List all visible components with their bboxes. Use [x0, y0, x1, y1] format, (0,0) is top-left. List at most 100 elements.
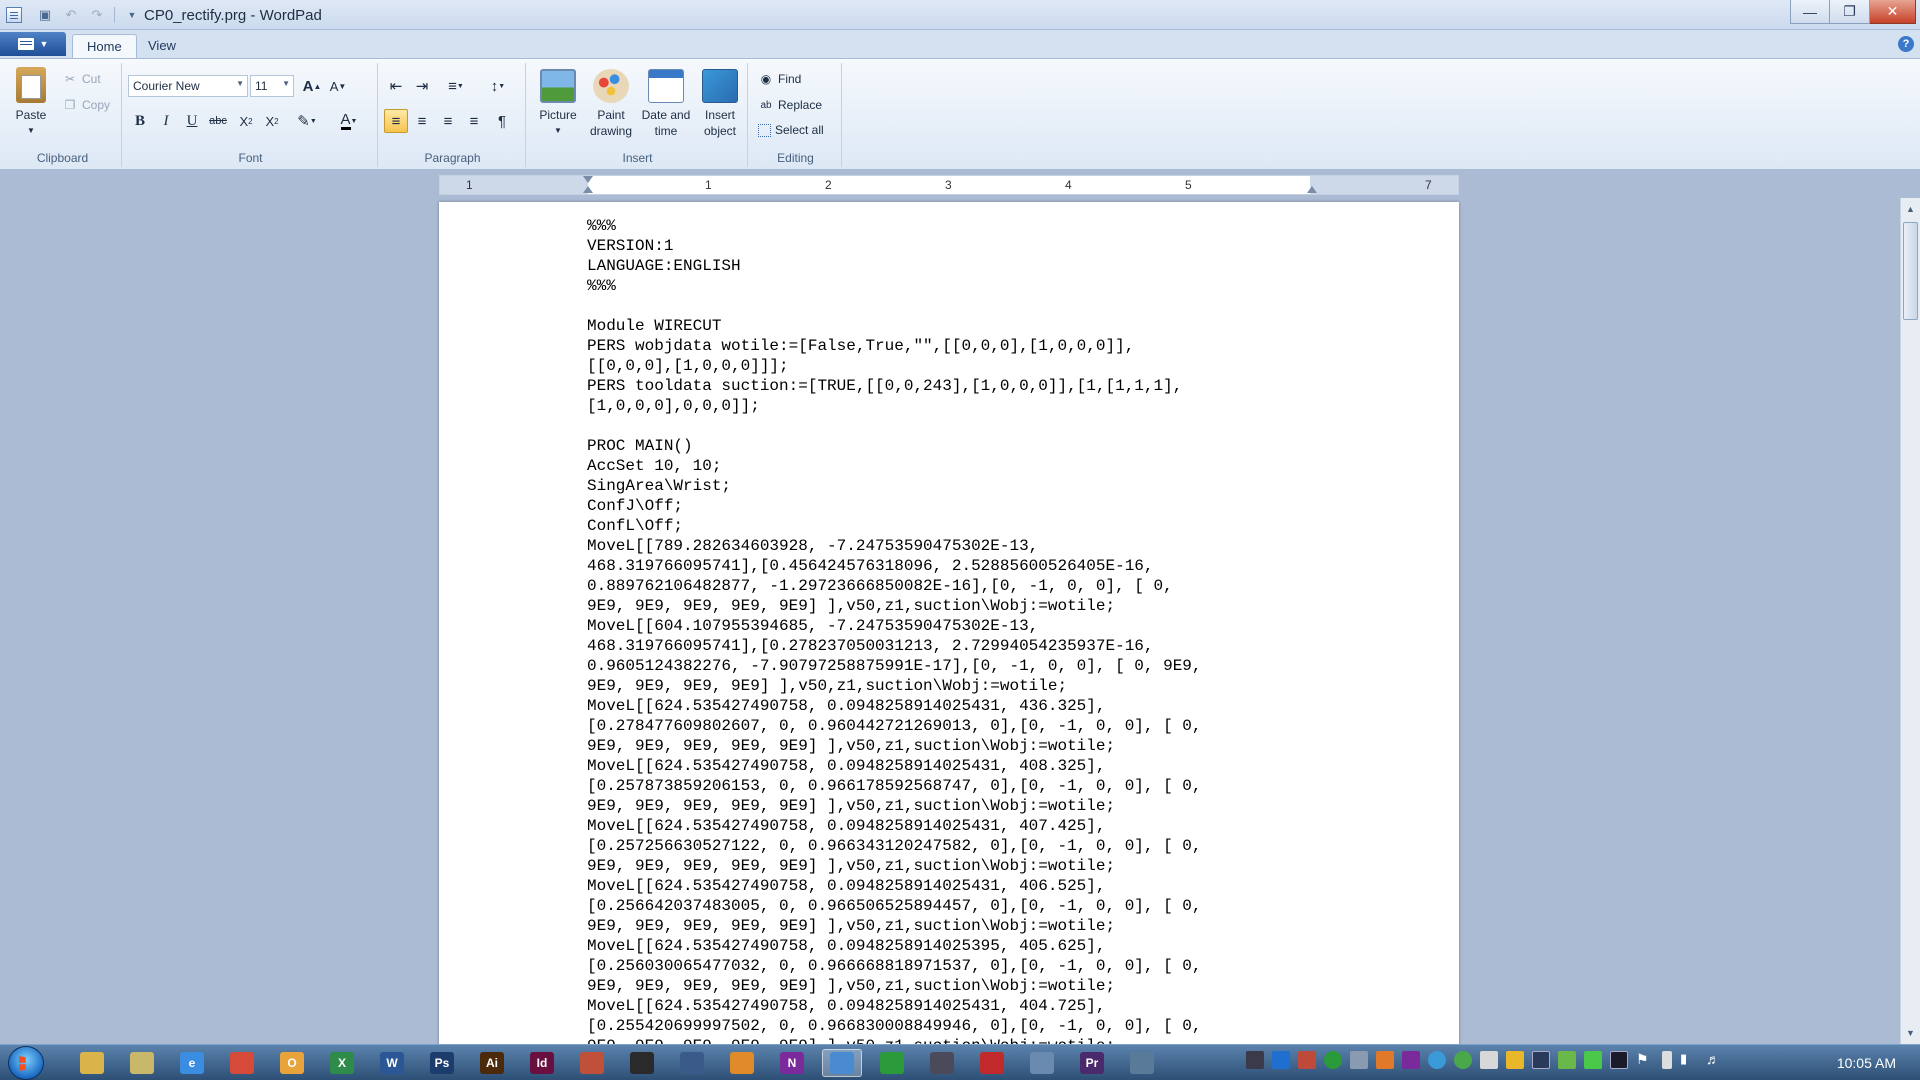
- increase-indent-icon[interactable]: ⇥: [410, 74, 434, 98]
- underline-icon[interactable]: U: [180, 109, 204, 133]
- document-line[interactable]: MoveL[[604.107955394685, -7.247535904753…: [587, 616, 1202, 636]
- tray-app-icon[interactable]: [1506, 1051, 1524, 1069]
- document-line[interactable]: 9E9, 9E9, 9E9, 9E9, 9E9] ],v50,z1,suctio…: [587, 1036, 1202, 1044]
- scroll-up-arrow-icon[interactable]: ▲: [1901, 200, 1920, 218]
- taskbar-word-icon[interactable]: W: [372, 1049, 412, 1077]
- document-page[interactable]: %%% VERSION:1 LANGUAGE:ENGLISH%%% Module WI…: [439, 202, 1459, 1044]
- taskbar-chrome-icon[interactable]: [222, 1049, 262, 1077]
- tray-mail-icon[interactable]: [1480, 1051, 1498, 1069]
- tray-app-icon[interactable]: [1298, 1051, 1316, 1069]
- document-line[interactable]: MoveL[[624.535427490758, 0.0948258914025…: [587, 756, 1202, 776]
- strikethrough-icon[interactable]: abc: [206, 109, 230, 133]
- taskbar-acrobat-icon[interactable]: [972, 1049, 1012, 1077]
- tab-view[interactable]: View: [134, 34, 190, 58]
- restore-button[interactable]: ❐: [1830, 0, 1870, 24]
- scroll-down-arrow-icon[interactable]: ▼: [1901, 1024, 1920, 1042]
- first-line-indent-marker[interactable]: [583, 176, 593, 183]
- application-menu-button[interactable]: ▼: [0, 32, 66, 56]
- document-line[interactable]: AccSet 10, 10;: [587, 456, 1202, 476]
- taskbar-notepad-icon[interactable]: [1022, 1049, 1062, 1077]
- tray-onenote-icon[interactable]: [1402, 1051, 1420, 1069]
- network-signal-icon[interactable]: ▮: [1680, 1051, 1698, 1069]
- paste-button[interactable]: Paste ▼: [10, 67, 52, 139]
- vertical-scrollbar[interactable]: ▲ ▼: [1900, 198, 1920, 1044]
- tab-home[interactable]: Home: [72, 34, 137, 58]
- taskbar-internet-explorer-icon[interactable]: e: [172, 1049, 212, 1077]
- redo-icon[interactable]: ↷: [88, 6, 106, 24]
- tray-app-icon[interactable]: [1428, 1051, 1446, 1069]
- taskbar-excel-icon[interactable]: X: [322, 1049, 362, 1077]
- document-line[interactable]: LANGUAGE:ENGLISH: [587, 256, 1202, 276]
- font-size-select[interactable]: 11 ▼: [250, 75, 294, 97]
- taskbar-wordpad-icon[interactable]: [822, 1049, 862, 1077]
- select-all-button[interactable]: Select all: [758, 123, 824, 137]
- document-line[interactable]: [0.256642037483005, 0, 0.966506525894457…: [587, 896, 1202, 916]
- align-right-icon[interactable]: ≡: [436, 109, 460, 133]
- minimize-button[interactable]: —: [1790, 0, 1830, 24]
- ruler[interactable]: 1 1 2 3 4 5 7: [439, 175, 1459, 195]
- font-family-select[interactable]: Courier New ▼: [128, 75, 248, 97]
- start-button[interactable]: [8, 1046, 44, 1080]
- document-line[interactable]: [587, 416, 1202, 436]
- superscript-icon[interactable]: X2: [260, 109, 284, 133]
- picture-button[interactable]: Picture ▼: [532, 69, 584, 139]
- taskbar-photoshop-icon[interactable]: Ps: [422, 1049, 462, 1077]
- date-time-button[interactable]: Date and time: [638, 69, 694, 139]
- line-spacing-icon[interactable]: ↕ ▼: [480, 74, 516, 98]
- volume-icon[interactable]: ♬: [1706, 1051, 1724, 1069]
- find-button[interactable]: ◉ Find: [758, 71, 802, 87]
- tray-app-icon[interactable]: [1584, 1051, 1602, 1069]
- taskbar-pencil-app-icon[interactable]: [572, 1049, 612, 1077]
- document-line[interactable]: PERS tooldata suction:=[TRUE,[[0,0,243],…: [587, 376, 1202, 396]
- document-line[interactable]: [1,0,0,0],0,0,0]];: [587, 396, 1202, 416]
- document-line[interactable]: [0.257256630527122, 0, 0.966343120247582…: [587, 836, 1202, 856]
- tray-dropbox-icon[interactable]: [1272, 1051, 1290, 1069]
- grow-font-icon[interactable]: A ▲: [300, 74, 324, 98]
- document-line[interactable]: [0.255420699997502, 0, 0.966830008849946…: [587, 1016, 1202, 1036]
- right-indent-marker[interactable]: [1307, 186, 1317, 193]
- document-line[interactable]: MoveL[[789.282634603928, -7.247535904753…: [587, 536, 1202, 556]
- document-line[interactable]: PERS wobjdata wotile:=[False,True,"",[[0…: [587, 336, 1202, 356]
- bullet-list-icon[interactable]: ≡ ▼: [438, 74, 474, 98]
- document-line[interactable]: 9E9, 9E9, 9E9, 9E9, 9E9] ],v50,z1,suctio…: [587, 916, 1202, 936]
- align-center-icon[interactable]: ≡: [410, 109, 434, 133]
- document-line[interactable]: MoveL[[624.535427490758, 0.0948258914025…: [587, 816, 1202, 836]
- document-line[interactable]: ConfL\Off;: [587, 516, 1202, 536]
- taskbar-media-player-icon[interactable]: [722, 1049, 762, 1077]
- taskbar-onenote-icon[interactable]: N: [772, 1049, 812, 1077]
- paint-drawing-button[interactable]: Paint drawing: [584, 69, 638, 139]
- taskbar-folder-icon[interactable]: [122, 1049, 162, 1077]
- bold-icon[interactable]: B: [128, 109, 152, 133]
- document-line[interactable]: 0.889762106482877, -1.29723666850082E-16…: [587, 576, 1202, 596]
- taskbar-inkscape-icon[interactable]: [622, 1049, 662, 1077]
- document-line[interactable]: 468.319766095741],[0.456424576318096, 2.…: [587, 556, 1202, 576]
- replace-button[interactable]: ab Replace: [758, 97, 822, 113]
- document-line[interactable]: SingArea\Wrist;: [587, 476, 1202, 496]
- paragraph-settings-icon[interactable]: ¶: [490, 109, 514, 133]
- taskbar-indesign-icon[interactable]: Id: [522, 1049, 562, 1077]
- tray-app-icon[interactable]: [1532, 1051, 1550, 1069]
- taskbar-camera-app-icon[interactable]: [922, 1049, 962, 1077]
- taskbar-premiere-icon[interactable]: Pr: [1072, 1049, 1112, 1077]
- customize-qat-chevron-down-icon[interactable]: ▼: [123, 6, 141, 24]
- decrease-indent-icon[interactable]: ⇤: [384, 74, 408, 98]
- wordpad-app-icon[interactable]: [6, 7, 22, 23]
- highlight-color-icon[interactable]: ✎ ▼: [290, 109, 324, 133]
- taskbar-torrent-icon[interactable]: [872, 1049, 912, 1077]
- document-line[interactable]: MoveL[[624.535427490758, 0.0948258914025…: [587, 936, 1202, 956]
- close-button[interactable]: ✕: [1870, 0, 1916, 24]
- document-line[interactable]: VERSION:1: [587, 236, 1202, 256]
- document-line[interactable]: %%%: [587, 216, 1202, 236]
- document-line[interactable]: [587, 296, 1202, 316]
- document-line[interactable]: [0.256030065477032, 0, 0.966668818971537…: [587, 956, 1202, 976]
- taskbar-explorer-icon[interactable]: [72, 1049, 112, 1077]
- text-color-icon[interactable]: A ▼: [332, 109, 366, 133]
- document-line[interactable]: ConfJ\Off;: [587, 496, 1202, 516]
- tray-app-icon[interactable]: [1454, 1051, 1472, 1069]
- document-line[interactable]: 9E9, 9E9, 9E9, 9E9, 9E9] ],v50,z1,suctio…: [587, 976, 1202, 996]
- document-line[interactable]: MoveL[[624.535427490758, 0.0948258914025…: [587, 696, 1202, 716]
- justify-icon[interactable]: ≡: [462, 109, 486, 133]
- flag-icon[interactable]: ⚑: [1636, 1051, 1654, 1069]
- cut-button[interactable]: ✂ Cut: [62, 71, 101, 87]
- taskbar-outlook-icon[interactable]: O: [272, 1049, 312, 1077]
